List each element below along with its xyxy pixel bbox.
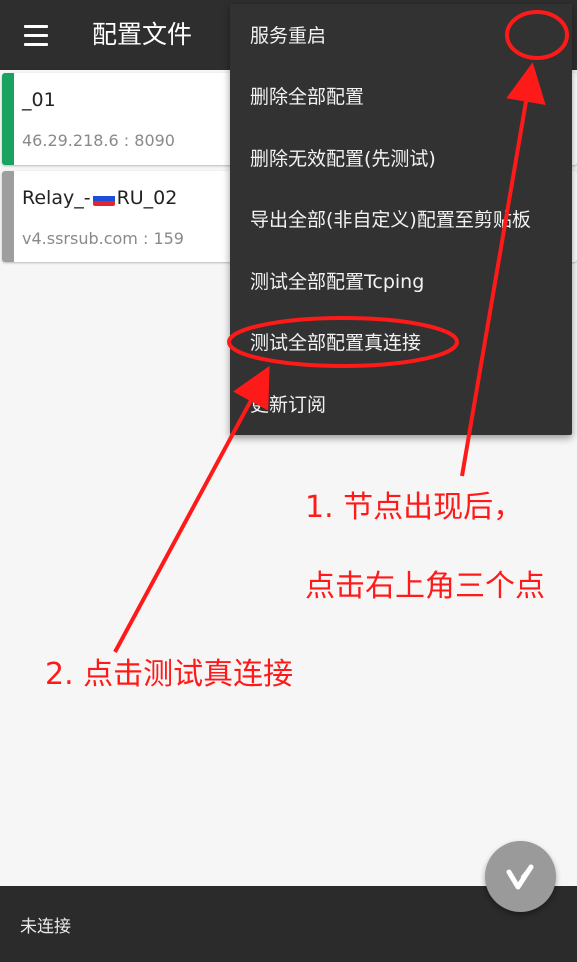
server-address: 46.29.218.6 : 8090	[22, 131, 175, 150]
menu-item-update-subscription[interactable]: 更新订阅	[250, 385, 326, 425]
server-name-prefix: Relay_-	[22, 187, 91, 209]
menu-item-export-clipboard[interactable]: 导出全部(非自定义)配置至剪贴板	[250, 200, 531, 240]
hamburger-menu-icon[interactable]	[14, 20, 58, 50]
menu-item-delete-all[interactable]: 删除全部配置	[250, 77, 364, 117]
connection-status: 未连接	[20, 917, 71, 937]
status-indicator	[2, 171, 14, 262]
server-name: _01	[22, 89, 56, 111]
page-title: 配置文件	[92, 20, 193, 49]
menu-item-restart-service[interactable]: 服务重启	[250, 16, 326, 56]
overflow-menu: 服务重启 删除全部配置 删除无效配置(先测试) 导出全部(非自定义)配置至剪贴板…	[230, 4, 572, 435]
menu-item-test-real-connection[interactable]: 测试全部配置真连接	[250, 323, 421, 363]
v-logo-icon	[506, 864, 534, 890]
menu-item-test-tcping[interactable]: 测试全部配置Tcping	[250, 262, 424, 302]
server-name: Relay_- RU_02	[22, 187, 177, 209]
annotation-step2: 2. 点击测试真连接	[45, 657, 294, 692]
menu-item-delete-invalid[interactable]: 删除无效配置(先测试)	[250, 139, 436, 179]
russia-flag-icon	[92, 191, 115, 206]
server-address: v4.ssrsub.com : 159	[22, 229, 184, 248]
status-indicator	[2, 73, 14, 165]
annotation-step1-line2: 点击右上角三个点	[305, 569, 545, 604]
annotation-step1-line1: 1. 节点出现后，	[305, 490, 524, 525]
connect-fab-button[interactable]	[485, 841, 556, 912]
server-name-suffix: RU_02	[116, 187, 178, 209]
